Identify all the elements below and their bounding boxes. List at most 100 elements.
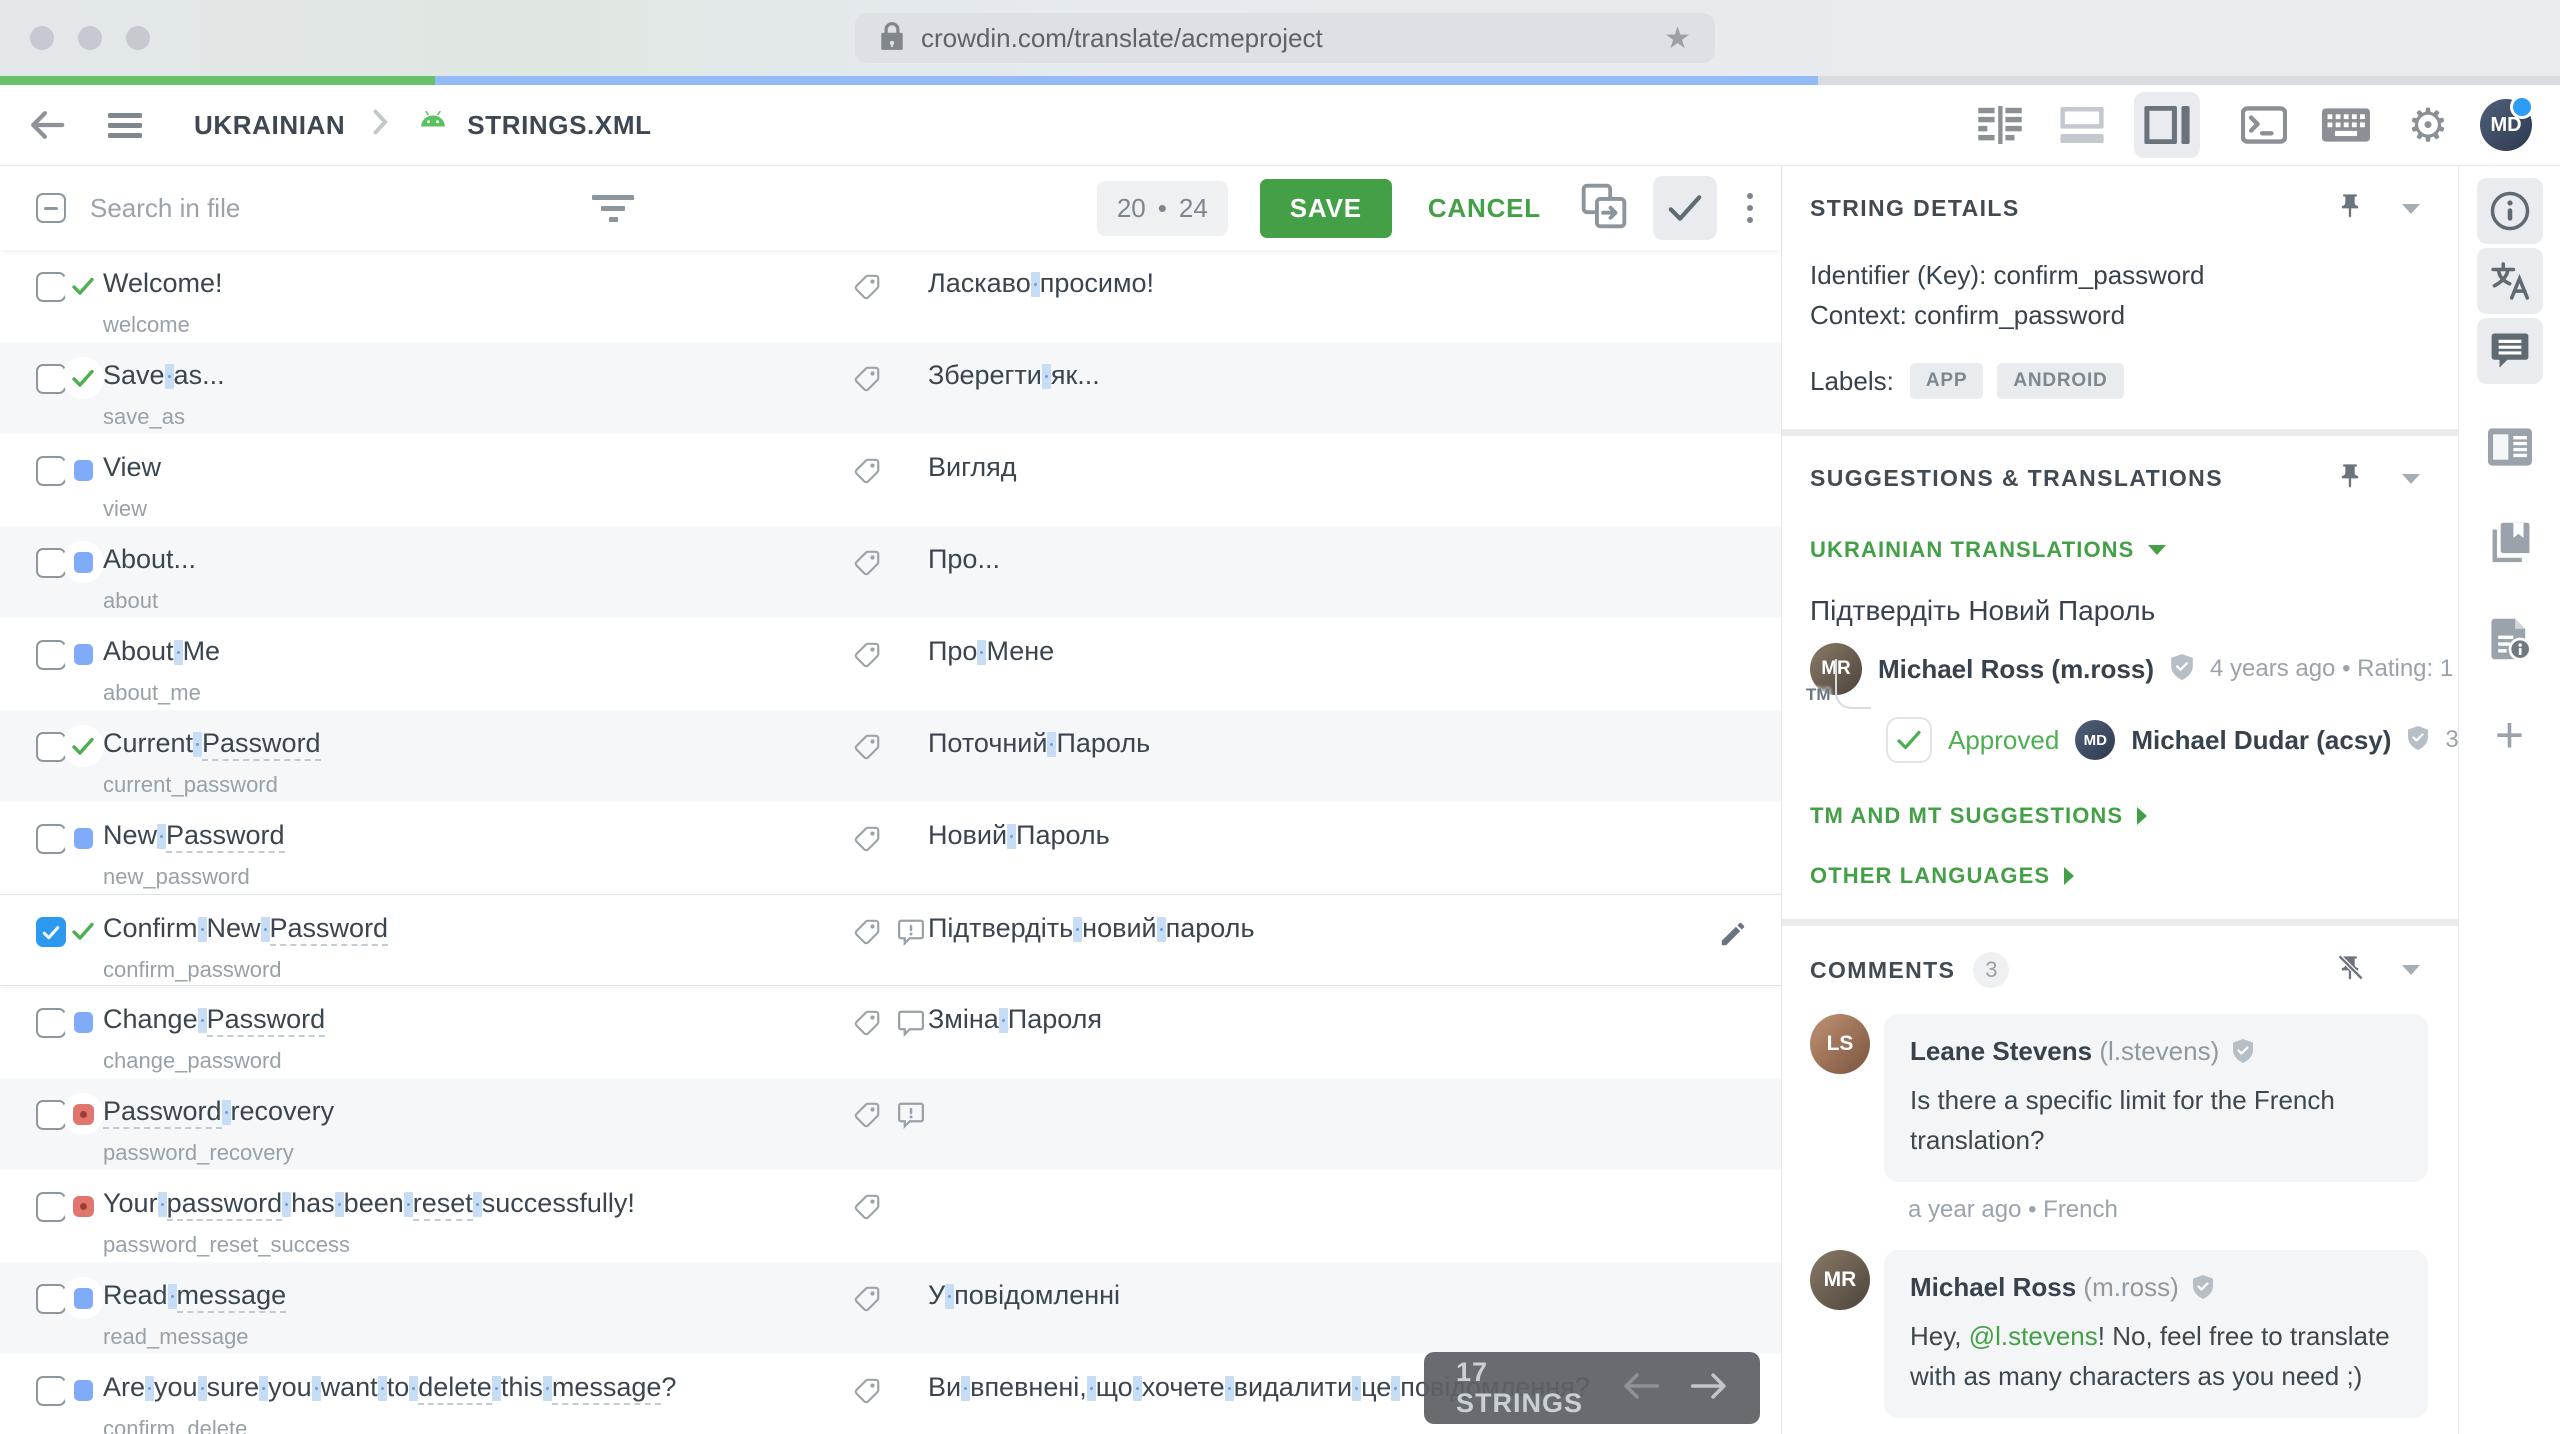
comment-icon[interactable] [896,1008,926,1043]
tm-mt-suggestions-link[interactable]: TM AND MT SUGGESTIONS [1810,803,2428,829]
suggestion-time: 4 years ago [2209,655,2336,682]
filter-icon[interactable] [592,194,634,222]
table-row[interactable]: Read message read_message Уповідомленні [0,1262,1781,1354]
window-close-button[interactable] [30,26,54,50]
other-languages-link[interactable]: OTHER LANGUAGES [1810,863,2428,889]
next-string-button[interactable] [1690,1371,1728,1406]
prev-string-button[interactable] [1622,1371,1660,1406]
address-bar[interactable]: crowdin.com/translate/acmeproject ★ [855,13,1715,63]
pin-icon[interactable] [2336,192,2364,225]
space-marker [282,1192,292,1217]
comment-author-avatar[interactable]: LS [1810,1014,1870,1074]
main-menu-button[interactable] [92,92,158,158]
space-marker [197,1008,207,1033]
context-view-icon[interactable] [2477,414,2543,480]
comment-text: Hey, @l.stevens! No, feel free to transl… [1910,1321,2390,1391]
back-button[interactable] [12,92,82,158]
string-key: new_password [103,864,250,889]
window-zoom-button[interactable] [126,26,150,50]
table-row[interactable]: Change Password change_password Зміна Паро… [0,986,1781,1078]
comment-author-avatar[interactable]: MR [1810,1250,1870,1310]
table-row[interactable]: Current Password current_password Поточни… [0,710,1781,802]
source-text: Your password has been reset successfully! [103,1186,823,1221]
translations-icon[interactable] [2476,248,2543,314]
table-row[interactable]: New Password new_password Новий Пароль [0,802,1781,894]
mention-link[interactable]: @l.stevens [1969,1321,2098,1351]
file-context-icon[interactable] [2477,606,2543,672]
approved-label: Approved [1948,724,2060,755]
add-panel-icon[interactable]: + [2477,702,2543,768]
side-panel-mode-icon[interactable] [2134,92,2200,158]
approver-avatar[interactable]: MD [2075,720,2116,760]
keyboard-shortcuts-icon[interactable] [2316,95,2376,155]
tag-icon [852,917,882,952]
table-row[interactable]: Your password has been reset successfully! pa… [0,1170,1781,1262]
approve-icon[interactable] [1653,176,1717,240]
tag-icon [852,1192,882,1227]
approver-username: (acsy) [2316,724,2392,755]
status-icon [62,1369,104,1411]
online-status-dot [2510,95,2534,119]
breadcrumb-file[interactable]: STRINGS.XML [467,110,651,141]
chevron-down-icon[interactable] [2402,473,2420,484]
comment-author-name[interactable]: Leane Stevens [1910,1036,2092,1066]
table-row[interactable]: Save as... save_as Зберегти як... [0,342,1781,434]
translation-text: Про... [928,544,1000,574]
issue-icon[interactable] [896,917,926,952]
counter-current: 20 [1116,192,1146,223]
tag-icon [852,1376,882,1411]
comment-author-name[interactable]: Michael Ross [1910,1272,2076,1302]
space-marker [377,1376,387,1401]
save-button[interactable]: SAVE [1259,178,1392,238]
approved-check-icon[interactable] [1886,717,1932,763]
translation-text: Поточний Пароль [928,728,1151,758]
side-by-side-mode-icon[interactable] [1970,95,2030,155]
table-row[interactable]: View view Вигляд [0,434,1781,526]
translation-text: Новий Пароль [928,820,1110,850]
android-icon [415,110,451,141]
glossary-term: Password [206,1004,326,1037]
tm-badge: TM [1806,685,1831,704]
table-row[interactable]: About Me about_me Про Мене [0,618,1781,710]
translation-text: Зміна Пароля [928,1004,1103,1034]
status-icon [62,1277,104,1319]
chevron-down-icon[interactable] [2402,203,2420,214]
pin-icon[interactable] [2336,462,2364,495]
suggestion-text[interactable]: Підтвердіть Новий Пароль [1810,595,2428,627]
unpin-icon[interactable] [2336,954,2364,987]
crowdin-editor-window: crowdin.com/translate/acmeproject ★ UKRA… [0,0,2560,1434]
space-marker [1041,364,1051,389]
table-row[interactable]: About... about Про... [0,526,1781,618]
glossary-term: message [176,1280,287,1313]
space-marker [998,1008,1008,1033]
string-info-icon[interactable] [2476,178,2543,244]
source-text: Password recovery [103,1094,823,1129]
glossary-icon[interactable] [2477,510,2543,576]
copy-source-icon[interactable] [1581,183,1627,234]
comment-item: LS Leane Stevens (l.stevens) Is there a … [1810,1014,2428,1224]
author-name[interactable]: Michael Ross [1878,654,2044,684]
cancel-button[interactable]: CANCEL [1422,192,1547,225]
console-icon[interactable] [2234,95,2294,155]
select-all-checkbox[interactable] [36,193,66,223]
ukrainian-translations-toggle[interactable]: UKRAINIAN TRANSLATIONS [1810,537,2428,563]
window-minimize-button[interactable] [78,26,102,50]
bottom-panel-mode-icon[interactable] [2052,95,2112,155]
status-icon [62,541,104,583]
user-avatar[interactable]: MD [2480,95,2534,151]
bookmark-star-icon[interactable]: ★ [1664,21,1691,56]
table-row[interactable]: Welcome! welcome Ласкаво просимо! [0,250,1781,342]
edit-icon[interactable] [1718,919,1748,954]
search-input[interactable] [88,191,522,225]
table-row[interactable]: Confirm New Password confirm_password Підт… [0,894,1781,986]
more-options-icon[interactable] [1743,189,1757,227]
breadcrumb-language[interactable]: UKRAINIAN [194,110,345,141]
settings-gear-icon[interactable]: ⚙ [2398,95,2458,155]
approver-name[interactable]: Michael Dudar [2131,725,2309,755]
comments-icon[interactable] [2476,318,2543,384]
issue-icon[interactable] [896,1100,926,1135]
table-row[interactable]: Password recovery password_recovery [0,1078,1781,1170]
chevron-down-icon[interactable] [2402,965,2420,975]
label-badge: ANDROID [1997,363,2124,399]
status-icon [62,1093,104,1135]
